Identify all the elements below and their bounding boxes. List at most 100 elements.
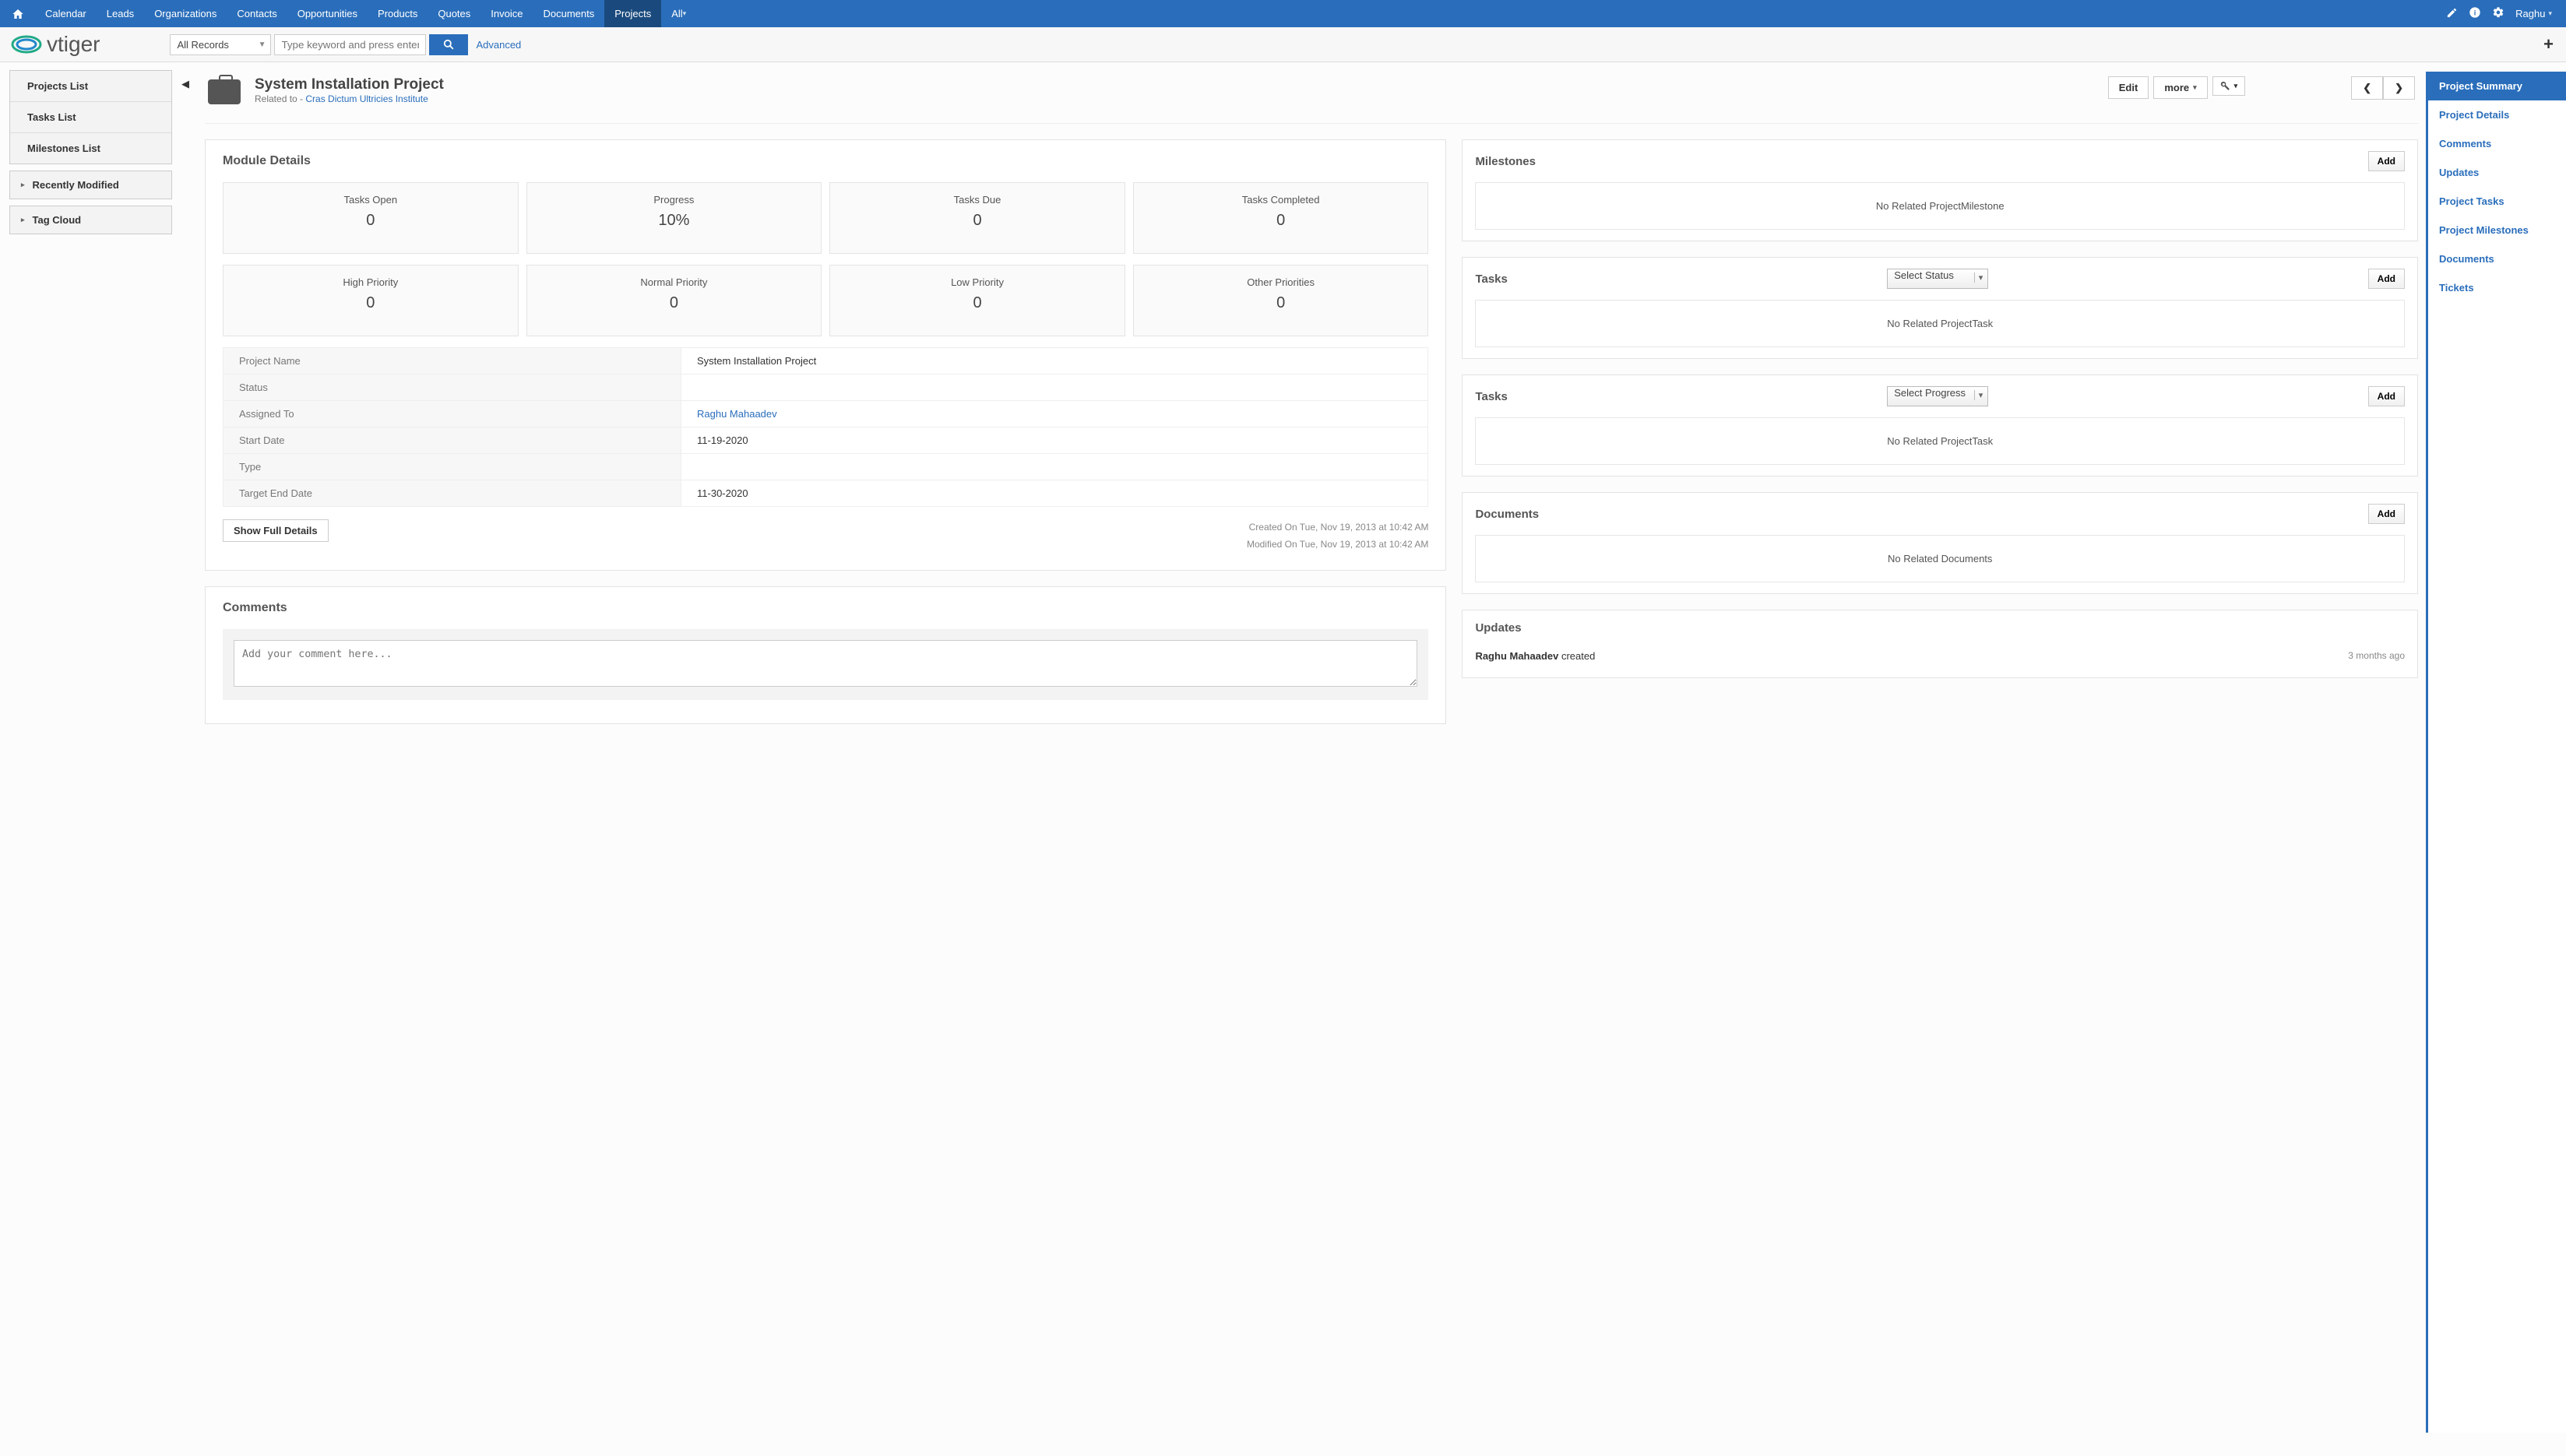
triangle-right-icon: ▸	[21, 216, 25, 224]
sidebar-item-milestones-list[interactable]: Milestones List	[10, 133, 171, 164]
svg-text:i: i	[2474, 9, 2476, 16]
nav-item-leads[interactable]: Leads	[97, 0, 144, 27]
tasks-status-title: Tasks	[1475, 273, 1507, 286]
triangle-right-icon: ▸	[21, 181, 25, 189]
nav-item-products[interactable]: Products	[368, 0, 428, 27]
field-row-project-name: Project NameSystem Installation Project	[224, 348, 1428, 375]
tasks-status-empty: No Related ProjectTask	[1475, 300, 2405, 347]
top-nav-right: i Raghu	[2446, 0, 2566, 27]
update-row: Raghu Mahaadev created3 months ago	[1475, 645, 2405, 666]
more-button[interactable]: more	[2153, 76, 2207, 99]
updates-title: Updates	[1475, 621, 1521, 635]
stat-tasks-open: Tasks Open0	[223, 182, 519, 254]
collapse-sidebar-icon[interactable]: ◀	[181, 78, 194, 1456]
next-record-button[interactable]: ❯	[2383, 76, 2415, 100]
tasks-progress-empty: No Related ProjectTask	[1475, 417, 2405, 465]
documents-title: Documents	[1475, 508, 1539, 521]
milestones-widget: Milestones Add No Related ProjectMilesto…	[1462, 139, 2418, 241]
sidebar-item-projects-list[interactable]: Projects List	[10, 71, 171, 102]
lists-block: Projects ListTasks ListMilestones List	[9, 70, 172, 164]
tasks-status-select[interactable]: Select Status	[1887, 269, 1988, 289]
right-tab-project-tasks[interactable]: Project Tasks	[2428, 187, 2566, 216]
sidebar-expand-tag-cloud[interactable]: ▸Tag Cloud	[10, 206, 171, 234]
right-tab-project-details[interactable]: Project Details	[2428, 100, 2566, 129]
modified-text: Modified On Tue, Nov 19, 2013 at 10:42 A…	[1247, 536, 1428, 554]
right-tab-comments[interactable]: Comments	[2428, 129, 2566, 158]
stat-other-priorities: Other Priorities0	[1133, 265, 1429, 336]
related-to-label: Related to -	[255, 93, 305, 104]
field-row-status: Status	[224, 375, 1428, 401]
record-header: System Installation Project Related to -…	[205, 72, 2418, 124]
caret-down-icon: ▼	[259, 40, 266, 49]
left-sidebar: Projects ListTasks ListMilestones List ▸…	[0, 62, 181, 1456]
nav-item-organizations[interactable]: Organizations	[144, 0, 227, 27]
logo[interactable]: vtiger	[11, 32, 100, 57]
tasks-progress-select[interactable]: Select Progress	[1887, 386, 1988, 406]
right-tab-documents[interactable]: Documents	[2428, 244, 2566, 273]
right-tab-updates[interactable]: Updates	[2428, 158, 2566, 187]
module-details-card: Module Details Tasks Open0Progress10%Tas…	[205, 139, 1446, 571]
documents-empty: No Related Documents	[1475, 535, 2405, 582]
field-row-type: Type	[224, 454, 1428, 480]
record-scope-select[interactable]: All Records ▼	[170, 34, 271, 55]
advanced-search-link[interactable]: Advanced	[476, 39, 521, 51]
add-button[interactable]: +	[2543, 34, 2554, 55]
nav-item-documents[interactable]: Documents	[533, 0, 604, 27]
documents-widget: Documents Add No Related Documents	[1462, 492, 2418, 594]
details-table: Project NameSystem Installation ProjectS…	[223, 347, 1428, 507]
stat-low-priority: Low Priority0	[829, 265, 1125, 336]
comment-input[interactable]	[234, 640, 1417, 687]
field-row-assigned-to: Assigned ToRaghu Mahaadev	[224, 401, 1428, 427]
tasks-progress-title: Tasks	[1475, 390, 1507, 403]
top-nav-menu: CalendarLeadsOrganizationsContactsOpport…	[35, 0, 696, 27]
nav-item-opportunities[interactable]: Opportunities	[287, 0, 368, 27]
stat-progress: Progress10%	[526, 182, 822, 254]
milestones-title: Milestones	[1475, 155, 1536, 168]
gear-icon[interactable]	[2492, 6, 2504, 21]
right-tabs: Project SummaryProject DetailsCommentsUp…	[2426, 72, 2566, 1433]
stat-tasks-completed: Tasks Completed0	[1133, 182, 1429, 254]
stat-tasks-due: Tasks Due0	[829, 182, 1125, 254]
nav-item-calendar[interactable]: Calendar	[35, 0, 97, 27]
tasks-progress-add-button[interactable]: Add	[2368, 386, 2405, 406]
created-text: Created On Tue, Nov 19, 2013 at 10:42 AM	[1247, 519, 1428, 536]
comments-card: Comments	[205, 586, 1446, 724]
tasks-progress-widget: Tasks Select Progress Add No Related Pro…	[1462, 375, 2418, 477]
stat-high-priority: High Priority0	[223, 265, 519, 336]
search-button[interactable]	[429, 34, 468, 55]
nav-item-contacts[interactable]: Contacts	[227, 0, 287, 27]
right-tab-tickets[interactable]: Tickets	[2428, 273, 2566, 302]
tools-button[interactable]: ▾	[2212, 76, 2246, 96]
field-row-start-date: Start Date11-19-2020	[224, 427, 1428, 454]
comments-heading: Comments	[223, 601, 1428, 615]
nav-item-all[interactable]: All	[661, 0, 696, 27]
info-icon[interactable]: i	[2469, 6, 2481, 21]
pencil-icon[interactable]	[2446, 7, 2458, 21]
documents-add-button[interactable]: Add	[2368, 504, 2405, 524]
milestones-add-button[interactable]: Add	[2368, 151, 2405, 171]
related-to-link[interactable]: Cras Dictum Ultricies Institute	[305, 93, 428, 104]
field-link[interactable]: Raghu Mahaadev	[697, 408, 777, 420]
right-tab-project-summary[interactable]: Project Summary	[2428, 72, 2566, 100]
top-nav: CalendarLeadsOrganizationsContactsOpport…	[0, 0, 2566, 27]
show-full-details-button[interactable]: Show Full Details	[223, 519, 329, 542]
search-input[interactable]	[274, 34, 426, 55]
user-menu[interactable]: Raghu	[2515, 8, 2552, 19]
nav-item-invoice[interactable]: Invoice	[480, 0, 533, 27]
tasks-status-widget: Tasks Select Status Add No Related Proje…	[1462, 257, 2418, 359]
stat-normal-priority: Normal Priority0	[526, 265, 822, 336]
home-icon[interactable]	[0, 0, 35, 27]
prev-record-button[interactable]: ❮	[2351, 76, 2383, 100]
sidebar-item-tasks-list[interactable]: Tasks List	[10, 102, 171, 133]
logo-text: vtiger	[47, 32, 100, 57]
field-row-target-end-date: Target End Date11-30-2020	[224, 480, 1428, 507]
edit-button[interactable]: Edit	[2108, 76, 2149, 99]
right-tab-project-milestones[interactable]: Project Milestones	[2428, 216, 2566, 244]
tasks-status-add-button[interactable]: Add	[2368, 269, 2405, 289]
updates-widget: Updates Raghu Mahaadev created3 months a…	[1462, 610, 2418, 678]
nav-item-projects[interactable]: Projects	[604, 0, 661, 27]
milestones-empty: No Related ProjectMilestone	[1475, 182, 2405, 230]
nav-item-quotes[interactable]: Quotes	[428, 0, 480, 27]
briefcase-icon	[208, 79, 241, 104]
sidebar-expand-recently-modified[interactable]: ▸Recently Modified	[10, 171, 171, 199]
